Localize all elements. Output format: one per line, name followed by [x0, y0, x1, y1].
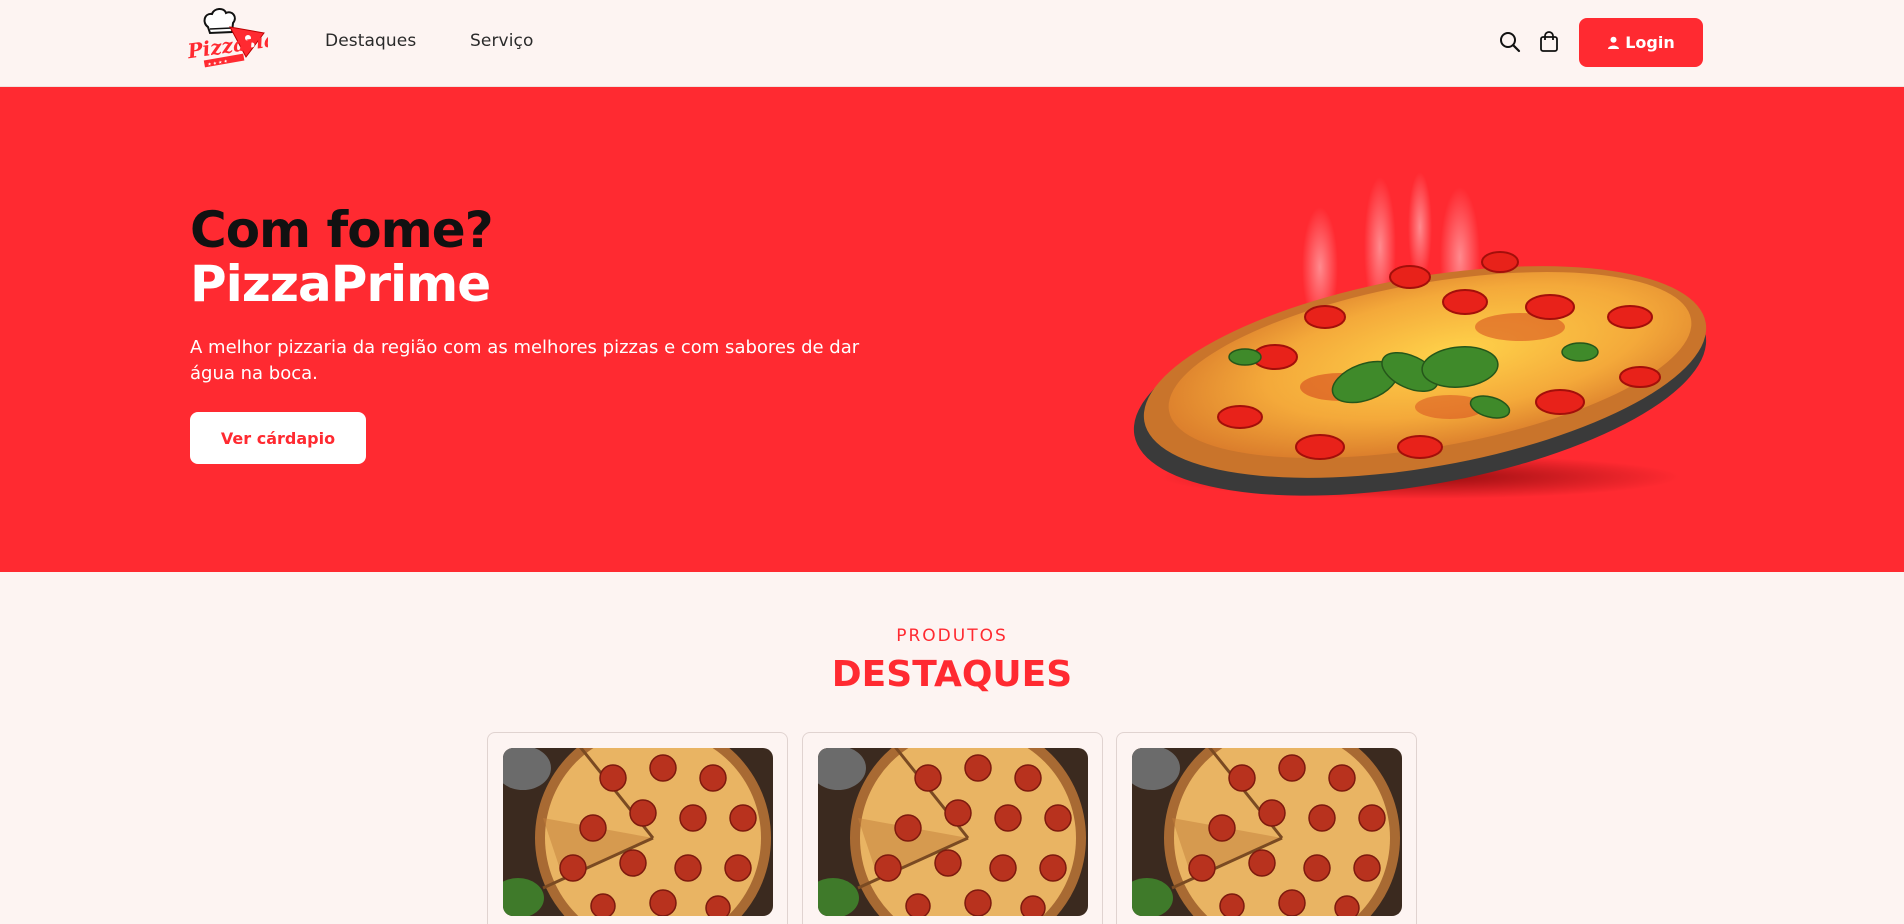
- login-label: Login: [1625, 33, 1675, 52]
- pepperoni-pizza-image: [1132, 748, 1402, 916]
- section-kicker: PRODUTOS: [896, 626, 1008, 646]
- pizzaria-logo[interactable]: Pizzaria ★ ★ ★ ★: [186, 5, 268, 73]
- section-title: DESTAQUES: [831, 654, 1073, 695]
- nav-link-destaques[interactable]: Destaques: [325, 31, 416, 51]
- login-button[interactable]: Login: [1579, 18, 1703, 67]
- user-icon: [1608, 36, 1620, 49]
- hero-title-line2: PizzaPrime: [190, 255, 491, 313]
- shopping-bag-icon[interactable]: [1536, 28, 1562, 56]
- navbar: Pizzaria ★ ★ ★ ★ Destaques Serviço Login: [0, 0, 1904, 87]
- hero-description: A melhor pizzaria da região com as melho…: [190, 337, 860, 384]
- logo-graphic: Pizzaria ★ ★ ★ ★: [186, 8, 268, 68]
- hero-section: Com fome? PizzaPrime A melhor pizzaria d…: [0, 87, 1904, 572]
- product-card[interactable]: [1116, 732, 1417, 924]
- hero-title-line1: Com fome?: [190, 201, 494, 259]
- view-menu-button[interactable]: Ver cárdapio: [190, 412, 366, 464]
- nav-link-servico[interactable]: Serviço: [470, 31, 533, 51]
- product-card[interactable]: [487, 732, 788, 924]
- search-icon[interactable]: [1497, 28, 1523, 56]
- pizza-image: [1120, 157, 1720, 572]
- pepperoni-pizza-image: [503, 748, 773, 916]
- pepperoni-pizza-image: [818, 748, 1088, 916]
- product-card[interactable]: [802, 732, 1103, 924]
